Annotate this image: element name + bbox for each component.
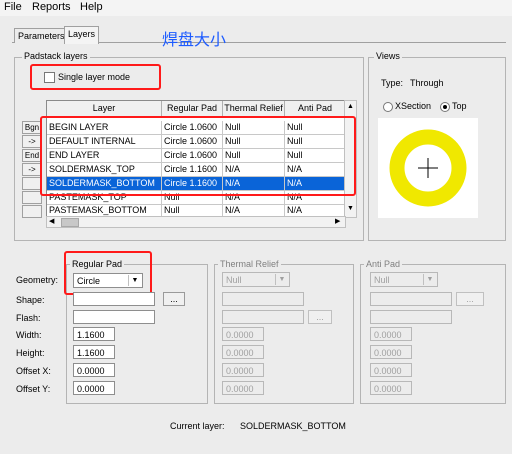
chevron-down-icon: ▼	[128, 275, 141, 286]
thermal-shape-field[interactable]	[222, 292, 304, 306]
regular-width-field[interactable]: 1.1600	[73, 327, 115, 341]
pad-preview	[378, 118, 478, 218]
col-header-regular-pad[interactable]: Regular Pad	[162, 101, 223, 117]
menu-file[interactable]: File	[4, 1, 22, 13]
single-layer-checkbox[interactable]	[44, 72, 55, 83]
offset-y-label: Offset Y:	[16, 384, 51, 394]
regular-geometry-value: Circle	[77, 276, 101, 286]
annotation-text: 焊盘大小	[162, 32, 227, 49]
side-button-6[interactable]	[22, 191, 42, 204]
menu-reports[interactable]: Reports	[32, 1, 71, 13]
current-layer-label: Current layer:	[170, 421, 225, 431]
menu-help[interactable]: Help	[80, 1, 103, 13]
anti-geometry-value: Null	[374, 275, 390, 285]
tab-layers[interactable]: Layers	[64, 26, 100, 44]
table-horizontal-scrollbar[interactable]: ◀ ▶	[46, 216, 346, 228]
width-label: Width:	[16, 330, 42, 340]
col-header-anti-pad[interactable]: Anti Pad	[285, 101, 345, 117]
thermal-width-field[interactable]: 0.0000	[222, 327, 264, 341]
arrow-button-2[interactable]: ->	[22, 163, 42, 176]
thermal-relief-title: Thermal Relief	[218, 259, 281, 269]
padstack-layers-title: Padstack layers	[22, 51, 90, 61]
thermal-geometry-value: Null	[226, 275, 242, 285]
top-label: Top	[452, 101, 467, 111]
type-value: Through	[410, 78, 444, 88]
anti-pad-title: Anti Pad	[364, 259, 403, 269]
type-label: Type:	[381, 78, 404, 88]
anti-width-field[interactable]: 0.0000	[370, 327, 412, 341]
thermal-height-field[interactable]: 0.0000	[222, 345, 264, 359]
shape-label: Shape:	[16, 295, 45, 305]
anti-offset-x-field[interactable]: 0.0000	[370, 363, 412, 377]
thermal-offset-x-field[interactable]: 0.0000	[222, 363, 264, 377]
scroll-up-icon[interactable]: ▲	[346, 103, 355, 113]
chevron-down-icon: ▼	[423, 274, 436, 285]
anti-offset-y-field[interactable]: 0.0000	[370, 381, 412, 395]
scroll-right-icon[interactable]: ▶	[335, 218, 343, 226]
anti-flash-field[interactable]	[370, 310, 452, 324]
regular-geometry-select[interactable]: Circle ▼	[73, 273, 143, 288]
begin-layer-button[interactable]: Bgn	[22, 121, 42, 134]
arrow-button-1[interactable]: ->	[22, 135, 42, 148]
thermal-flash-browse-button[interactable]: ...	[308, 310, 332, 324]
xsection-radio[interactable]	[383, 102, 393, 112]
current-layer-value: SOLDERMASK_BOTTOM	[240, 421, 346, 431]
col-header-layer[interactable]: Layer	[47, 101, 162, 117]
geometry-label: Geometry:	[16, 275, 59, 285]
pad-preview-svg	[389, 129, 467, 207]
side-button-7[interactable]	[22, 205, 42, 218]
tab-parameters[interactable]: Parameters	[14, 28, 69, 43]
offset-x-label: Offset X:	[16, 366, 51, 376]
xsection-label: XSection	[395, 101, 432, 111]
col-header-thermal-relief[interactable]: Thermal Relief	[223, 101, 285, 117]
regular-offset-y-field[interactable]: 0.0000	[73, 381, 115, 395]
end-layer-button[interactable]: End	[22, 149, 42, 162]
regular-shape-field[interactable]	[73, 292, 155, 306]
regular-offset-x-field[interactable]: 0.0000	[73, 363, 115, 377]
thermal-offset-y-field[interactable]: 0.0000	[222, 381, 264, 395]
menu-bar: File Reports Help	[0, 0, 512, 16]
regular-flash-field[interactable]	[73, 310, 155, 324]
thermal-geometry-select[interactable]: Null ▼	[222, 272, 290, 287]
anti-shape-browse-button[interactable]: ...	[456, 292, 484, 306]
flash-label: Flash:	[16, 313, 41, 323]
height-label: Height:	[16, 348, 45, 358]
single-layer-label: Single layer mode	[58, 72, 131, 82]
table-highlight	[40, 116, 356, 196]
regular-height-field[interactable]: 1.1600	[73, 345, 115, 359]
anti-shape-field[interactable]	[370, 292, 452, 306]
scroll-thumb[interactable]	[61, 218, 79, 227]
top-radio[interactable]	[440, 102, 450, 112]
scroll-down-icon[interactable]: ▼	[346, 205, 355, 215]
views-title: Views	[374, 51, 402, 61]
side-button-5[interactable]	[22, 177, 42, 190]
chevron-down-icon: ▼	[275, 274, 288, 285]
anti-height-field[interactable]: 0.0000	[370, 345, 412, 359]
regular-shape-browse-button[interactable]: ...	[163, 292, 185, 306]
scroll-left-icon[interactable]: ◀	[49, 218, 57, 226]
thermal-flash-field[interactable]	[222, 310, 304, 324]
anti-geometry-select[interactable]: Null ▼	[370, 272, 438, 287]
